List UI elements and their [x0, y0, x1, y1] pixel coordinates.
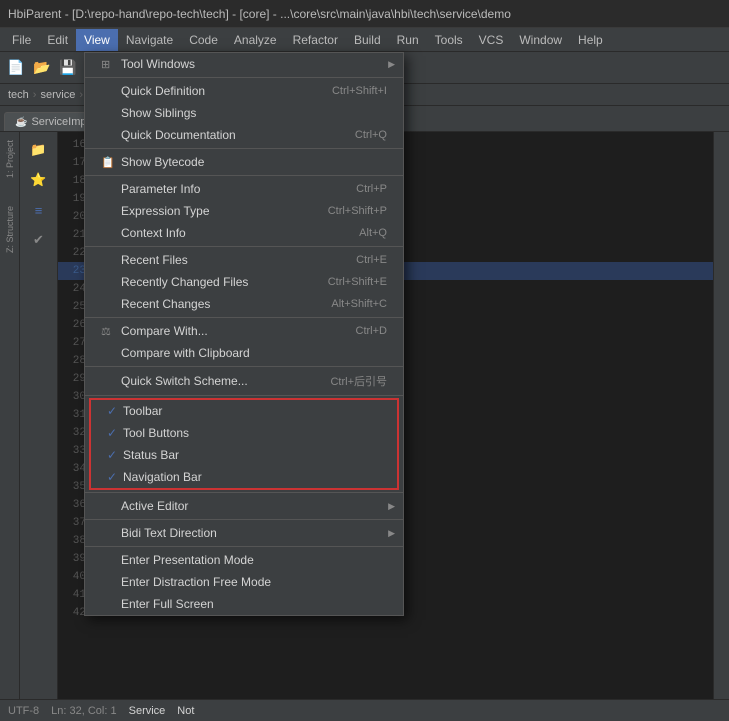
menu-status-bar[interactable]: ✓ Status Bar	[91, 444, 397, 466]
project-panel-label[interactable]: 1: Project	[5, 136, 15, 182]
sep2	[85, 148, 403, 149]
sep5	[85, 317, 403, 318]
status-bar: UTF-8 Ln: 32, Col: 1 Service Not	[0, 699, 729, 721]
menu-full-screen[interactable]: Enter Full Screen	[85, 593, 403, 615]
view-menu-dropdown: ⊞ Tool Windows Quick Definition Ctrl+Shi…	[84, 52, 404, 616]
menu-presentation-mode[interactable]: Enter Presentation Mode	[85, 549, 403, 571]
toolbar-save-btn[interactable]: 💾	[56, 56, 80, 80]
structure-btn[interactable]: ≡	[25, 196, 53, 224]
menu-recent-files[interactable]: Recent Files Ctrl+E	[85, 249, 403, 271]
menu-navigate[interactable]: Navigate	[118, 29, 181, 51]
menu-show-bytecode[interactable]: 📋 Show Bytecode	[85, 151, 403, 173]
menu-help[interactable]: Help	[570, 29, 611, 51]
menu-quick-documentation[interactable]: Quick Documentation Ctrl+Q	[85, 124, 403, 146]
menu-code[interactable]: Code	[181, 29, 226, 51]
menu-compare-with[interactable]: ⚖ Compare With... Ctrl+D	[85, 320, 403, 342]
project-btn[interactable]: 📁	[25, 136, 53, 164]
sep6	[85, 366, 403, 367]
sep3	[85, 175, 403, 176]
scrollbar-area[interactable]	[713, 132, 729, 699]
menu-tool-windows[interactable]: ⊞ Tool Windows	[85, 53, 403, 75]
menu-active-editor[interactable]: Active Editor	[85, 495, 403, 517]
sep10	[85, 546, 403, 547]
menu-navigation-bar[interactable]: ✓ Navigation Bar	[91, 466, 397, 488]
menu-compare-clipboard[interactable]: Compare with Clipboard	[85, 342, 403, 364]
toolbar-check: ✓	[107, 404, 123, 418]
sep7	[85, 395, 403, 396]
status-service: Service	[129, 705, 166, 717]
menu-context-info[interactable]: Context Info Alt+Q	[85, 222, 403, 244]
menu-build[interactable]: Build	[346, 29, 389, 51]
menu-edit[interactable]: Edit	[39, 29, 76, 51]
breadcrumb-service[interactable]: service	[40, 89, 75, 101]
left-side-panel: 1: Project Z: Structure	[0, 132, 20, 699]
status-bar-check: ✓	[107, 448, 123, 462]
tool-windows-icon: ⊞	[101, 58, 117, 71]
sep4	[85, 246, 403, 247]
menu-bar: File Edit View Navigate Code Analyze Ref…	[0, 28, 729, 52]
menu-tool-buttons[interactable]: ✓ Tool Buttons	[91, 422, 397, 444]
breadcrumb-tech[interactable]: tech	[8, 89, 29, 101]
menu-quick-switch[interactable]: Quick Switch Scheme... Ctrl+后引号	[85, 369, 403, 393]
menu-distraction-free[interactable]: Enter Distraction Free Mode	[85, 571, 403, 593]
structure-panel-label[interactable]: Z: Structure	[5, 202, 15, 257]
menu-vcs[interactable]: VCS	[471, 29, 512, 51]
menu-recently-changed-files[interactable]: Recently Changed Files Ctrl+Shift+E	[85, 271, 403, 293]
status-line: Ln: 32, Col: 1	[51, 705, 116, 717]
toolbar-new-btn[interactable]: 📄	[4, 56, 28, 80]
menu-show-siblings[interactable]: Show Siblings	[85, 102, 403, 124]
checked-group: ✓ Toolbar ✓ Tool Buttons ✓ Status Bar ✓ …	[89, 398, 399, 490]
sep9	[85, 519, 403, 520]
favorites-btn[interactable]: ⭐	[25, 166, 53, 194]
menu-bidi-text[interactable]: Bidi Text Direction	[85, 522, 403, 544]
status-encoding: UTF-8	[8, 705, 39, 717]
commit-btn[interactable]: ✔	[25, 226, 53, 254]
menu-run[interactable]: Run	[389, 29, 427, 51]
navigation-bar-check: ✓	[107, 470, 123, 484]
sep1	[85, 77, 403, 78]
menu-expression-type[interactable]: Expression Type Ctrl+Shift+P	[85, 200, 403, 222]
status-not: Not	[177, 705, 194, 717]
title-text: HbiParent - [D:\repo-hand\repo-tech\tech…	[8, 7, 511, 21]
menu-file[interactable]: File	[4, 29, 39, 51]
menu-refactor[interactable]: Refactor	[285, 29, 346, 51]
menu-toolbar[interactable]: ✓ Toolbar	[91, 400, 397, 422]
toolbar-open-btn[interactable]: 📂	[30, 56, 54, 80]
menu-analyze[interactable]: Analyze	[226, 29, 285, 51]
menu-window[interactable]: Window	[511, 29, 570, 51]
left-icon-panel: 📁 ⭐ ≡ ✔	[20, 132, 58, 699]
menu-recent-changes[interactable]: Recent Changes Alt+Shift+C	[85, 293, 403, 315]
menu-tools[interactable]: Tools	[427, 29, 471, 51]
menu-view[interactable]: View	[76, 29, 118, 51]
sep8	[85, 492, 403, 493]
menu-parameter-info[interactable]: Parameter Info Ctrl+P	[85, 178, 403, 200]
tool-buttons-check: ✓	[107, 426, 123, 440]
title-bar: HbiParent - [D:\repo-hand\repo-tech\tech…	[0, 0, 729, 28]
menu-quick-definition[interactable]: Quick Definition Ctrl+Shift+I	[85, 80, 403, 102]
